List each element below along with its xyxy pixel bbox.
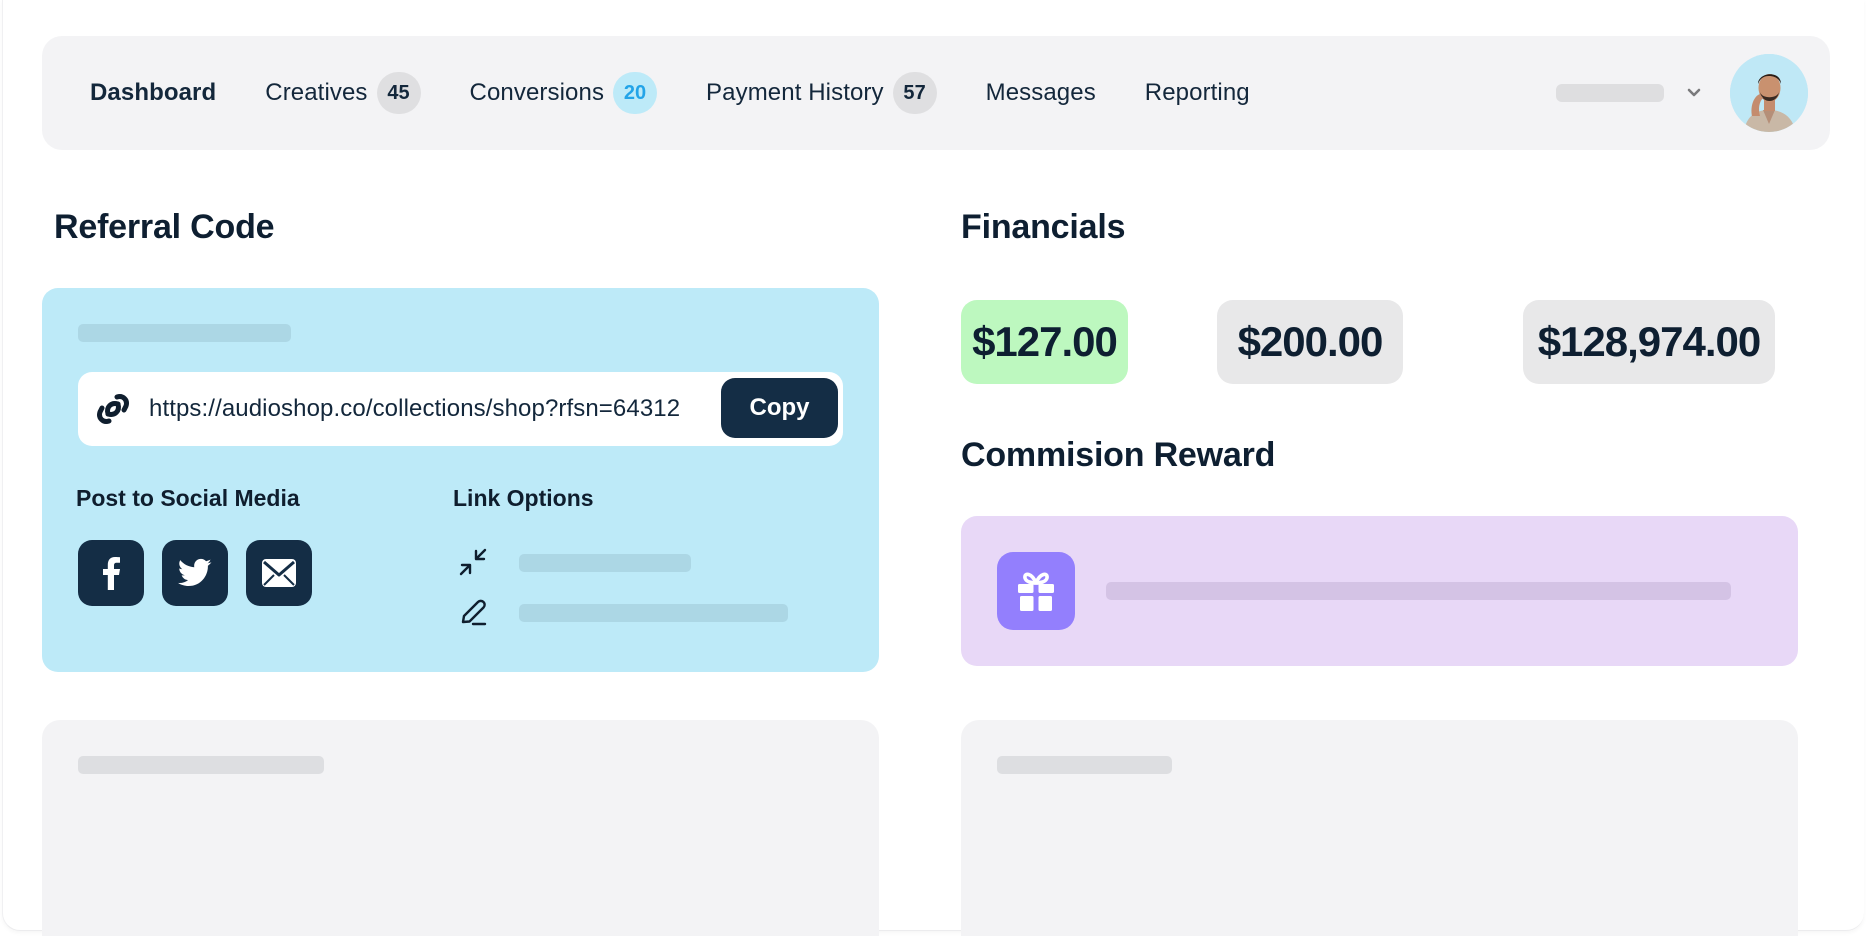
commission-reward-heading: Commision Reward	[961, 436, 1276, 474]
chevron-down-icon[interactable]	[1684, 83, 1704, 103]
nav-item-dashboard[interactable]: Dashboard	[90, 79, 216, 107]
financial-value-total: $128,974.00	[1523, 300, 1775, 384]
nav-item-payment-history[interactable]: Payment History 57	[706, 72, 937, 114]
financial-value-current: $127.00	[961, 300, 1128, 384]
referral-card: https://audioshop.co/collections/shop?rf…	[42, 288, 879, 672]
app-frame: Dashboard Creatives 45 Conversions 20 Pa…	[2, 0, 1864, 936]
nav-item-creatives[interactable]: Creatives 45	[265, 72, 421, 114]
referral-link-field[interactable]: https://audioshop.co/collections/shop?rf…	[78, 372, 843, 446]
financial-value-pending: $200.00	[1217, 300, 1403, 384]
option-label-placeholder	[519, 604, 788, 622]
gift-icon	[1018, 572, 1054, 611]
financials-heading: Financials	[961, 208, 1126, 246]
nav-label: Payment History	[706, 79, 884, 106]
nav-label: Conversions	[469, 79, 605, 106]
nav-item-conversions[interactable]: Conversions 20	[470, 72, 658, 114]
nav-label: Messages	[985, 79, 1096, 106]
top-navigation-bar: Dashboard Creatives 45 Conversions 20 Pa…	[42, 36, 1830, 150]
share-email-button[interactable]	[246, 540, 312, 606]
nav-label: Reporting	[1144, 79, 1250, 106]
post-to-social-heading: Post to Social Media	[76, 485, 300, 511]
avatar-photo	[1730, 54, 1808, 132]
facebook-icon	[103, 557, 120, 590]
left-bottom-card	[42, 720, 879, 936]
card-title-placeholder	[78, 756, 324, 774]
card-subtitle-placeholder	[78, 324, 291, 342]
edit-link-icon[interactable]	[458, 597, 488, 627]
nav-item-messages[interactable]: Messages	[986, 79, 1096, 107]
user-name-placeholder	[1556, 84, 1664, 102]
count-badge: 20	[613, 72, 658, 114]
option-label-placeholder	[519, 554, 691, 572]
main-nav: Dashboard Creatives 45 Conversions 20 Pa…	[90, 36, 1299, 150]
copy-button[interactable]: Copy	[721, 378, 838, 438]
user-menu	[1556, 36, 1808, 150]
gift-icon-tile	[997, 552, 1075, 630]
nav-item-reporting[interactable]: Reporting	[1145, 79, 1250, 107]
link-icon	[96, 392, 130, 426]
card-title-placeholder	[997, 756, 1172, 774]
shorten-link-icon[interactable]	[458, 547, 488, 577]
commission-text-placeholder	[1106, 582, 1731, 600]
referral-code-heading: Referral Code	[54, 208, 275, 246]
mail-icon	[262, 559, 296, 587]
share-twitter-button[interactable]	[162, 540, 228, 606]
count-badge: 57	[892, 72, 937, 114]
right-bottom-card	[961, 720, 1798, 936]
link-options-heading: Link Options	[453, 485, 594, 511]
twitter-icon	[178, 558, 212, 587]
referral-url: https://audioshop.co/collections/shop?rf…	[149, 395, 681, 422]
nav-label: Creatives	[265, 79, 368, 106]
nav-label: Dashboard	[90, 79, 217, 106]
count-badge: 45	[376, 72, 421, 114]
user-avatar[interactable]	[1730, 54, 1808, 132]
share-facebook-button[interactable]	[78, 540, 144, 606]
commission-reward-card	[961, 516, 1798, 666]
